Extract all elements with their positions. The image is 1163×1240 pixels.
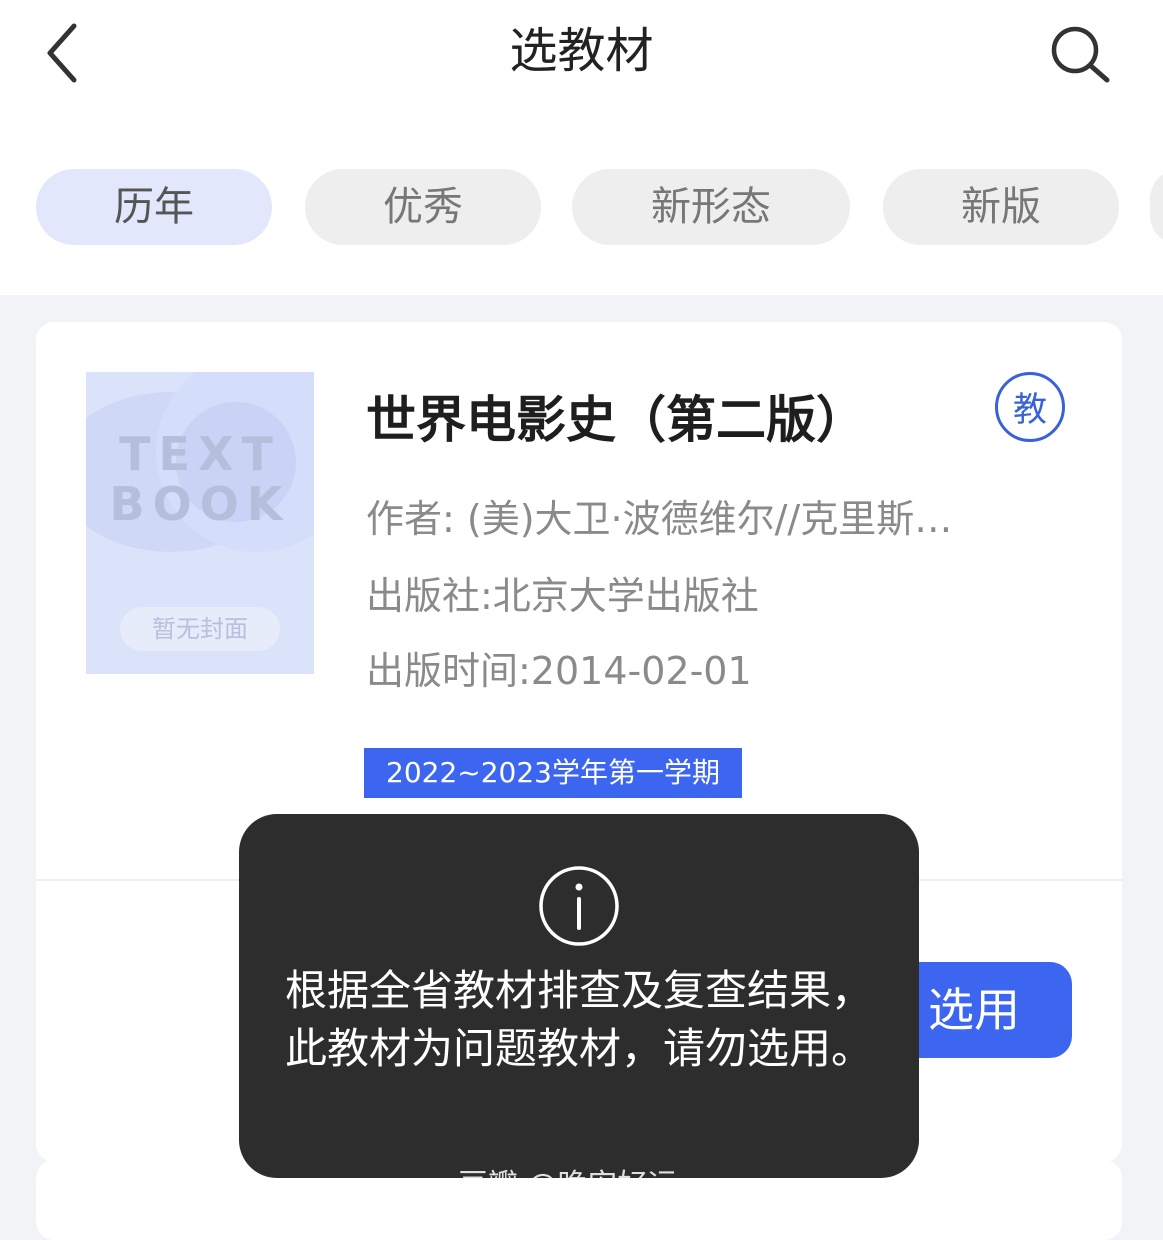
- book-publisher: 出版社:北京大学出版社: [366, 574, 759, 618]
- book-title: 世界电影史（第二版）: [366, 391, 866, 449]
- watermark: 豆瓣 @晚安好运: [458, 1168, 678, 1203]
- tab-past-years[interactable]: 历年: [36, 169, 272, 245]
- top-bar: 选教材 历年 优秀 新形态 新版: [0, 0, 1163, 295]
- info-icon: [539, 866, 619, 946]
- cover-text-line2: BOOK: [109, 477, 291, 531]
- page-title: 选教材: [509, 23, 654, 79]
- no-cover-label: 暂无封面: [120, 607, 280, 651]
- book-author: 作者: (美)大卫·波德维尔//克里斯…: [366, 497, 953, 541]
- tab-new-edition[interactable]: 新版: [883, 169, 1119, 245]
- tab-excellent[interactable]: 优秀: [305, 169, 541, 245]
- cover-text-line1: TEXT: [119, 427, 281, 481]
- tab-partial[interactable]: [1150, 169, 1163, 245]
- warning-toast: 根据全省教材排查及复查结果，此教材为问题教材，请勿选用。: [239, 814, 919, 1178]
- term-tag: 2022~2023学年第一学期: [364, 748, 742, 798]
- textbook-badge: 教: [995, 372, 1065, 442]
- book-publish-date: 出版时间:2014-02-01: [366, 649, 752, 693]
- search-icon: [1051, 26, 1110, 83]
- book-cover: TEXT BOOK 暂无封面: [86, 372, 314, 674]
- search-button[interactable]: [1045, 22, 1115, 84]
- tab-new-form[interactable]: 新形态: [572, 169, 850, 245]
- toast-message: 根据全省教材排查及复查结果，此教材为问题教材，请勿选用。: [284, 966, 873, 1073]
